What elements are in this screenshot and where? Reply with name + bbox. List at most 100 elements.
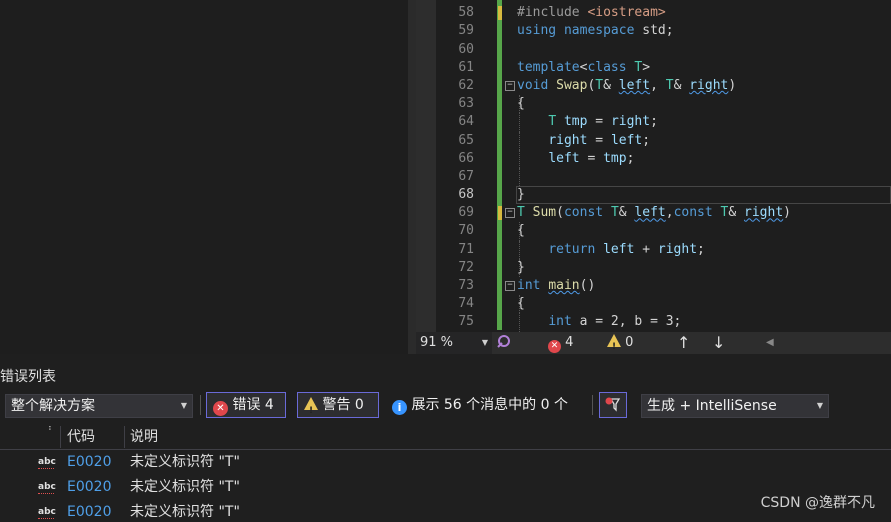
scope-select-value: 整个解决方案	[11, 398, 95, 414]
error-code-link[interactable]: E0020	[67, 475, 111, 500]
code-text[interactable]: }	[517, 259, 525, 277]
code-text[interactable]: void Swap(T& left, T& right)	[517, 77, 736, 95]
code-line[interactable]: 64 T tmp = right;	[416, 113, 891, 132]
unsaved-change-marker	[498, 206, 502, 221]
line-number: 65	[458, 132, 474, 148]
error-code-link[interactable]: E0020	[67, 500, 111, 522]
error-row[interactable]: abc E0020 未定义标识符 "T"	[0, 475, 891, 500]
line-number: 73	[458, 278, 474, 293]
code-text[interactable]: {	[517, 95, 525, 113]
error-description: 未定义标识符 "T"	[130, 504, 240, 520]
error-list-toolbar: 整个解决方案 ▼ ✕ 错误 4 警告 0 i 展示 56 个消息中的 0 个 生…	[0, 392, 891, 423]
build-intellisense-select[interactable]: 生成 + IntelliSense ▼	[641, 394, 829, 418]
code-text[interactable]: {	[517, 222, 525, 240]
code-text[interactable]: return left + right;	[517, 241, 705, 259]
code-text[interactable]: left = tmp;	[517, 150, 634, 168]
current-line-highlight	[516, 186, 891, 205]
code-text[interactable]: {	[517, 295, 525, 313]
left-pane	[0, 0, 408, 354]
code-line[interactable]: 59 using namespace std;	[416, 22, 891, 40]
error-count: 4	[565, 335, 574, 350]
code-text[interactable]: #include <iostream>	[517, 4, 666, 22]
code-line[interactable]: 75 int a = 2, b = 3;	[416, 313, 891, 332]
column-header-code[interactable]: 代码	[67, 424, 95, 450]
previous-issue-button[interactable]: ↑	[677, 332, 690, 354]
error-description: 未定义标识符 "T"	[130, 479, 240, 495]
line-number: 59	[458, 23, 474, 39]
column-divider[interactable]	[60, 426, 61, 448]
code-line[interactable]: 67	[416, 167, 891, 187]
error-count-indicator[interactable]: ✕ 4	[548, 332, 573, 354]
line-number: 75	[458, 314, 474, 330]
unsaved-change-marker	[498, 6, 502, 21]
pane-splitter[interactable]	[408, 0, 416, 354]
code-line[interactable]: 74 {	[416, 295, 891, 314]
fold-toggle-icon[interactable]: −	[505, 281, 515, 291]
code-text[interactable]: right = left;	[517, 132, 650, 150]
line-number: 68	[458, 187, 474, 203]
code-text[interactable]: }	[517, 186, 525, 204]
warnings-filter-label: 警告 0	[322, 397, 364, 413]
indent-guide	[519, 167, 520, 187]
code-text[interactable]: template<class T>	[517, 59, 650, 77]
line-number: 71	[458, 241, 474, 257]
messages-filter-button[interactable]: i 展示 56 个消息中的 0 个	[392, 394, 568, 416]
error-icon: ✕	[548, 340, 561, 353]
error-code-link[interactable]: E0020	[67, 450, 111, 475]
code-text[interactable]: int main()	[517, 277, 595, 295]
line-number: 63	[458, 96, 474, 112]
code-text[interactable]: T Sum(const T& left,const T& right)	[517, 204, 791, 222]
code-line[interactable]: 71 return left + right;	[416, 240, 891, 259]
next-issue-button[interactable]: ↓	[712, 332, 725, 354]
fold-toggle-icon[interactable]: −	[505, 80, 515, 91]
line-number: 61	[458, 59, 474, 75]
line-number: 66	[458, 150, 474, 166]
errors-filter-button[interactable]: ✕ 错误 4	[206, 392, 286, 418]
code-text[interactable]: int a = 2, b = 3;	[517, 313, 681, 331]
zoom-value: 91 %	[420, 335, 454, 350]
column-divider[interactable]	[124, 426, 125, 448]
filter-icon	[605, 397, 621, 412]
code-text[interactable]: using namespace std;	[517, 22, 674, 40]
code-line[interactable]: 73 − int main()	[416, 277, 891, 295]
error-list-header: ⠃ 代码 说明	[0, 424, 891, 450]
intellisense-error-icon: abc	[38, 500, 56, 522]
code-text[interactable]: T tmp = right;	[517, 113, 658, 131]
line-number: 58	[458, 5, 474, 21]
code-line[interactable]: 72}	[416, 258, 891, 277]
sort-marker-icon[interactable]: ⠃	[48, 418, 55, 444]
zoom-select[interactable]: 91 % ▼	[416, 332, 492, 354]
code-line[interactable]: 66 left = tmp;	[416, 149, 891, 168]
scope-select[interactable]: 整个解决方案 ▼	[5, 394, 193, 418]
code-line[interactable]: 70 {	[416, 222, 891, 241]
warning-count-indicator[interactable]: 0	[607, 332, 633, 354]
line-number: 62	[458, 77, 474, 93]
warning-icon	[607, 334, 621, 354]
error-row[interactable]: abc E0020 未定义标识符 "T"	[0, 450, 891, 475]
error-icon: ✕	[213, 401, 228, 416]
code-line[interactable]: 62 − void Swap(T& left, T& right)	[416, 77, 891, 95]
column-header-description[interactable]: 说明	[130, 424, 158, 450]
code-line[interactable]: 68}	[416, 186, 891, 205]
intellicode-icon[interactable]	[496, 332, 512, 354]
line-number: 64	[458, 114, 474, 130]
errors-filter-label: 错误 4	[232, 397, 274, 413]
code-line[interactable]: 65 right = left;	[416, 131, 891, 150]
code-line[interactable]: 63 {	[416, 95, 891, 114]
fold-toggle-icon[interactable]: −	[505, 208, 515, 219]
scroll-left-icon[interactable]: ◀	[766, 332, 774, 354]
code-line[interactable]: 58 #include <iostream>	[416, 4, 891, 22]
intellisense-error-icon: abc	[38, 450, 56, 475]
error-description: 未定义标识符 "T"	[130, 454, 240, 470]
code-lines[interactable]: 5758#include <iostream>59using namespace…	[416, 0, 891, 332]
code-line[interactable]: 60	[416, 41, 891, 59]
chevron-down-icon: ▼	[481, 338, 488, 347]
editor-status-bar: 91 % ▼ ✕ 4 0 ↑ ↓ ◀	[416, 332, 891, 354]
code-line[interactable]: 69 − T Sum(const T& left,const T& right)	[416, 204, 891, 222]
code-editor[interactable]: 5758#include <iostream>59using namespace…	[416, 0, 891, 354]
build-filter-toggle-button[interactable]	[599, 392, 627, 418]
error-row[interactable]: abc E0020 未定义标识符 "T"	[0, 500, 891, 522]
watermark: CSDN @逸群不凡	[760, 495, 875, 511]
code-line[interactable]: 61 template<class T>	[416, 59, 891, 77]
warnings-filter-button[interactable]: 警告 0	[297, 392, 379, 423]
